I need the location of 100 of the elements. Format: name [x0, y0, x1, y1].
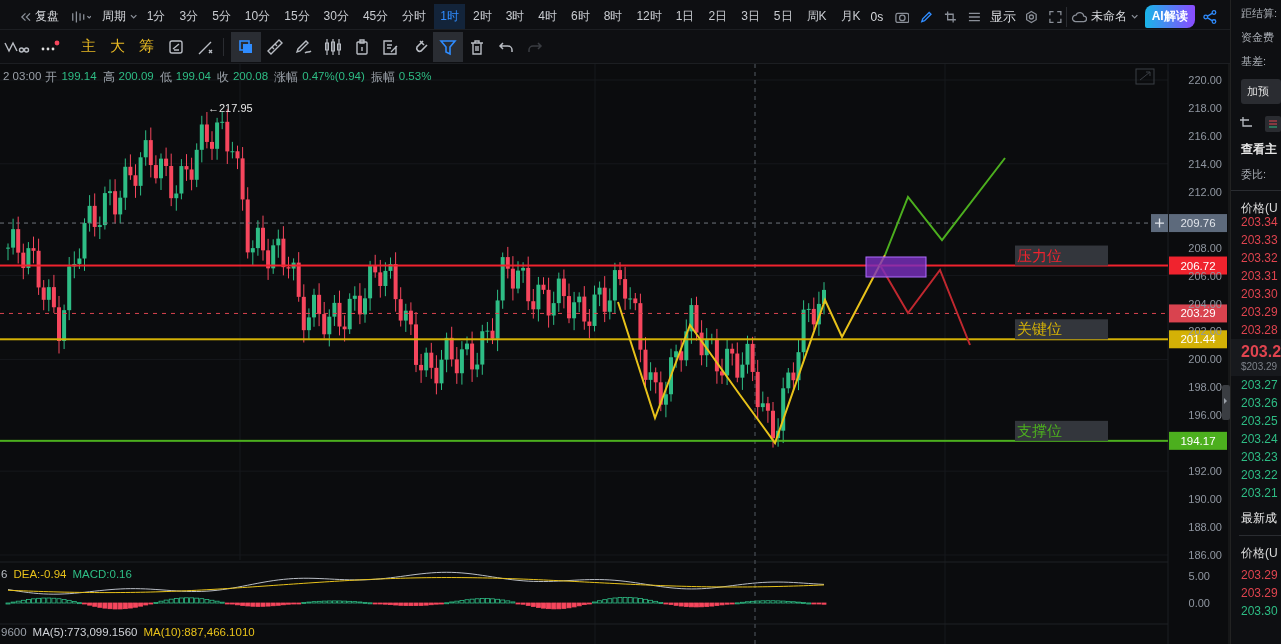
- panel-collapse-handle[interactable]: [1222, 385, 1230, 420]
- high-price-label: ←217.95: [208, 102, 253, 114]
- last-price-usd: $203.29: [1241, 361, 1279, 372]
- interval-tab[interactable]: 月K: [834, 4, 867, 29]
- ohlc-value: 199.14: [61, 70, 97, 84]
- interval-tab[interactable]: 45分: [356, 4, 395, 29]
- interval-tab[interactable]: 1时: [434, 4, 465, 29]
- indicator-toggle[interactable]: 筹: [132, 37, 161, 56]
- order-book-price: 203.27: [1240, 377, 1279, 394]
- ohlc-label: 涨幅: [274, 70, 299, 85]
- price-level-line[interactable]: [0, 338, 1168, 341]
- caret-icon[interactable]: [129, 13, 138, 20]
- interval-tab[interactable]: 5日: [767, 4, 799, 29]
- order-book-price: 203.28: [1240, 322, 1279, 339]
- settings-icon[interactable]: [1025, 9, 1039, 24]
- order-book-price: 203.21: [1240, 485, 1279, 502]
- order-book-icon[interactable]: [1265, 116, 1281, 132]
- add-icon[interactable]: [1151, 214, 1168, 233]
- ohlc-value: 199.04: [175, 70, 211, 84]
- caret-icon[interactable]: [1131, 13, 1139, 20]
- replay-button[interactable]: 复盘: [31, 8, 64, 25]
- dea-value: DEA:-0.94: [13, 568, 67, 580]
- order-book-price: 203.23: [1240, 449, 1279, 466]
- order-book-price: 203.26: [1240, 395, 1279, 412]
- settlement-label: 距结算:: [1240, 6, 1279, 21]
- trade-price: 203.29: [1240, 585, 1279, 602]
- indicator-toggle[interactable]: 主: [74, 37, 103, 56]
- ohlc-label: 开: [45, 70, 58, 85]
- price-axis-label: 214.00: [1188, 157, 1222, 170]
- rewind-icon[interactable]: [20, 10, 32, 23]
- level-label: 支撑位: [1015, 420, 1108, 441]
- interval-tab[interactable]: 15分: [278, 4, 316, 29]
- ohlc-value: 0.47%(0.94): [302, 70, 365, 84]
- price-level-line[interactable]: [0, 264, 1168, 267]
- interval-tab[interactable]: 4时: [532, 4, 564, 29]
- interval-tab[interactable]: 周K: [800, 4, 833, 29]
- ohlc-value: 200.08: [232, 70, 269, 84]
- indicator-wave-icon[interactable]: [4, 39, 30, 54]
- ai-button[interactable]: AI解读: [1144, 5, 1195, 28]
- interval-tab[interactable]: 5分: [206, 4, 237, 29]
- interval-tab[interactable]: 6时: [565, 4, 596, 29]
- macd-axis-label: 5.00: [1188, 570, 1210, 582]
- interval-tab[interactable]: 3分: [173, 4, 205, 29]
- add-alert-button[interactable]: 加预: [1241, 79, 1281, 104]
- layout-name-dropdown[interactable]: 未命名: [1087, 8, 1132, 25]
- trade-price: 203.30: [1240, 603, 1279, 620]
- interval-tab[interactable]: 3时: [499, 4, 531, 29]
- interval-tab[interactable]: 2日: [702, 4, 734, 29]
- macd-value: MACD:0.16: [72, 568, 132, 580]
- interval-tab[interactable]: 2时: [466, 4, 498, 29]
- indicator-toggle[interactable]: 大: [103, 37, 132, 56]
- candle-chart-icon[interactable]: [70, 10, 91, 23]
- price-axis-label: 208.00: [1188, 241, 1222, 254]
- interval-tab[interactable]: 12时: [630, 4, 668, 29]
- trade-price: 203.29: [1240, 567, 1279, 584]
- order-book-price: 203.22: [1240, 467, 1279, 484]
- order-book-price: 203.32: [1240, 250, 1279, 267]
- price-axis-label: 198.00: [1188, 381, 1222, 394]
- crop-icon[interactable]: [943, 9, 957, 24]
- price-axis-label: 220.00: [1188, 74, 1222, 86]
- cloud-icon[interactable]: [1070, 10, 1088, 23]
- highlight-rectangle: [865, 256, 927, 278]
- ohlc-label: 低: [159, 70, 172, 85]
- sync-icon[interactable]: [167, 37, 185, 56]
- price-axis-label: 196.00: [1188, 409, 1222, 422]
- order-book-price: 203.34: [1240, 215, 1279, 231]
- interval-tab[interactable]: 3日: [735, 4, 766, 29]
- interval-tab[interactable]: 30分: [317, 4, 355, 29]
- order-book-price: 203.31: [1240, 268, 1279, 285]
- share-icon[interactable]: [1202, 8, 1218, 25]
- pen-icon[interactable]: [920, 9, 933, 24]
- basis-label: 基差:: [1240, 54, 1268, 69]
- macd-axis-label: 0.00: [1188, 597, 1210, 609]
- display-button[interactable]: 显示: [985, 7, 1020, 26]
- shapes-icon[interactable]: [231, 31, 262, 62]
- price-axis-label: 218.00: [1188, 101, 1222, 114]
- ma10-value: MA(10):887,466.1010: [143, 626, 255, 638]
- order-book-price: 203.25: [1240, 413, 1279, 430]
- interval-tab[interactable]: 1分: [140, 4, 172, 29]
- order-book-price: 203.30: [1240, 286, 1279, 303]
- price-axis-label: 212.00: [1188, 185, 1222, 198]
- price-axis-label: 190.00: [1188, 493, 1222, 506]
- crop-icon[interactable]: [1239, 116, 1253, 130]
- timer-label: 0s: [869, 9, 885, 24]
- interval-tab[interactable]: 1日: [669, 4, 701, 29]
- order-book-price: 203.29: [1240, 304, 1279, 321]
- ohlc-value: 200.09: [118, 70, 154, 84]
- price-axis-label: 188.00: [1188, 521, 1222, 534]
- column-header: 价格(U: [1240, 200, 1279, 217]
- list-icon[interactable]: [967, 10, 981, 23]
- interval-tab[interactable]: 10分: [238, 4, 277, 29]
- candle-time: 2 03:00: [3, 70, 42, 84]
- period-dropdown[interactable]: 周期: [97, 8, 130, 25]
- price-level-line[interactable]: [0, 439, 1168, 442]
- level-label: 关键位: [1015, 319, 1108, 340]
- fullscreen-icon[interactable]: [1049, 9, 1062, 24]
- interval-tab[interactable]: 分时: [396, 4, 433, 29]
- price-axis-label: 192.00: [1188, 465, 1222, 478]
- filter-icon[interactable]: [433, 31, 464, 62]
- interval-tab[interactable]: 8时: [597, 4, 629, 29]
